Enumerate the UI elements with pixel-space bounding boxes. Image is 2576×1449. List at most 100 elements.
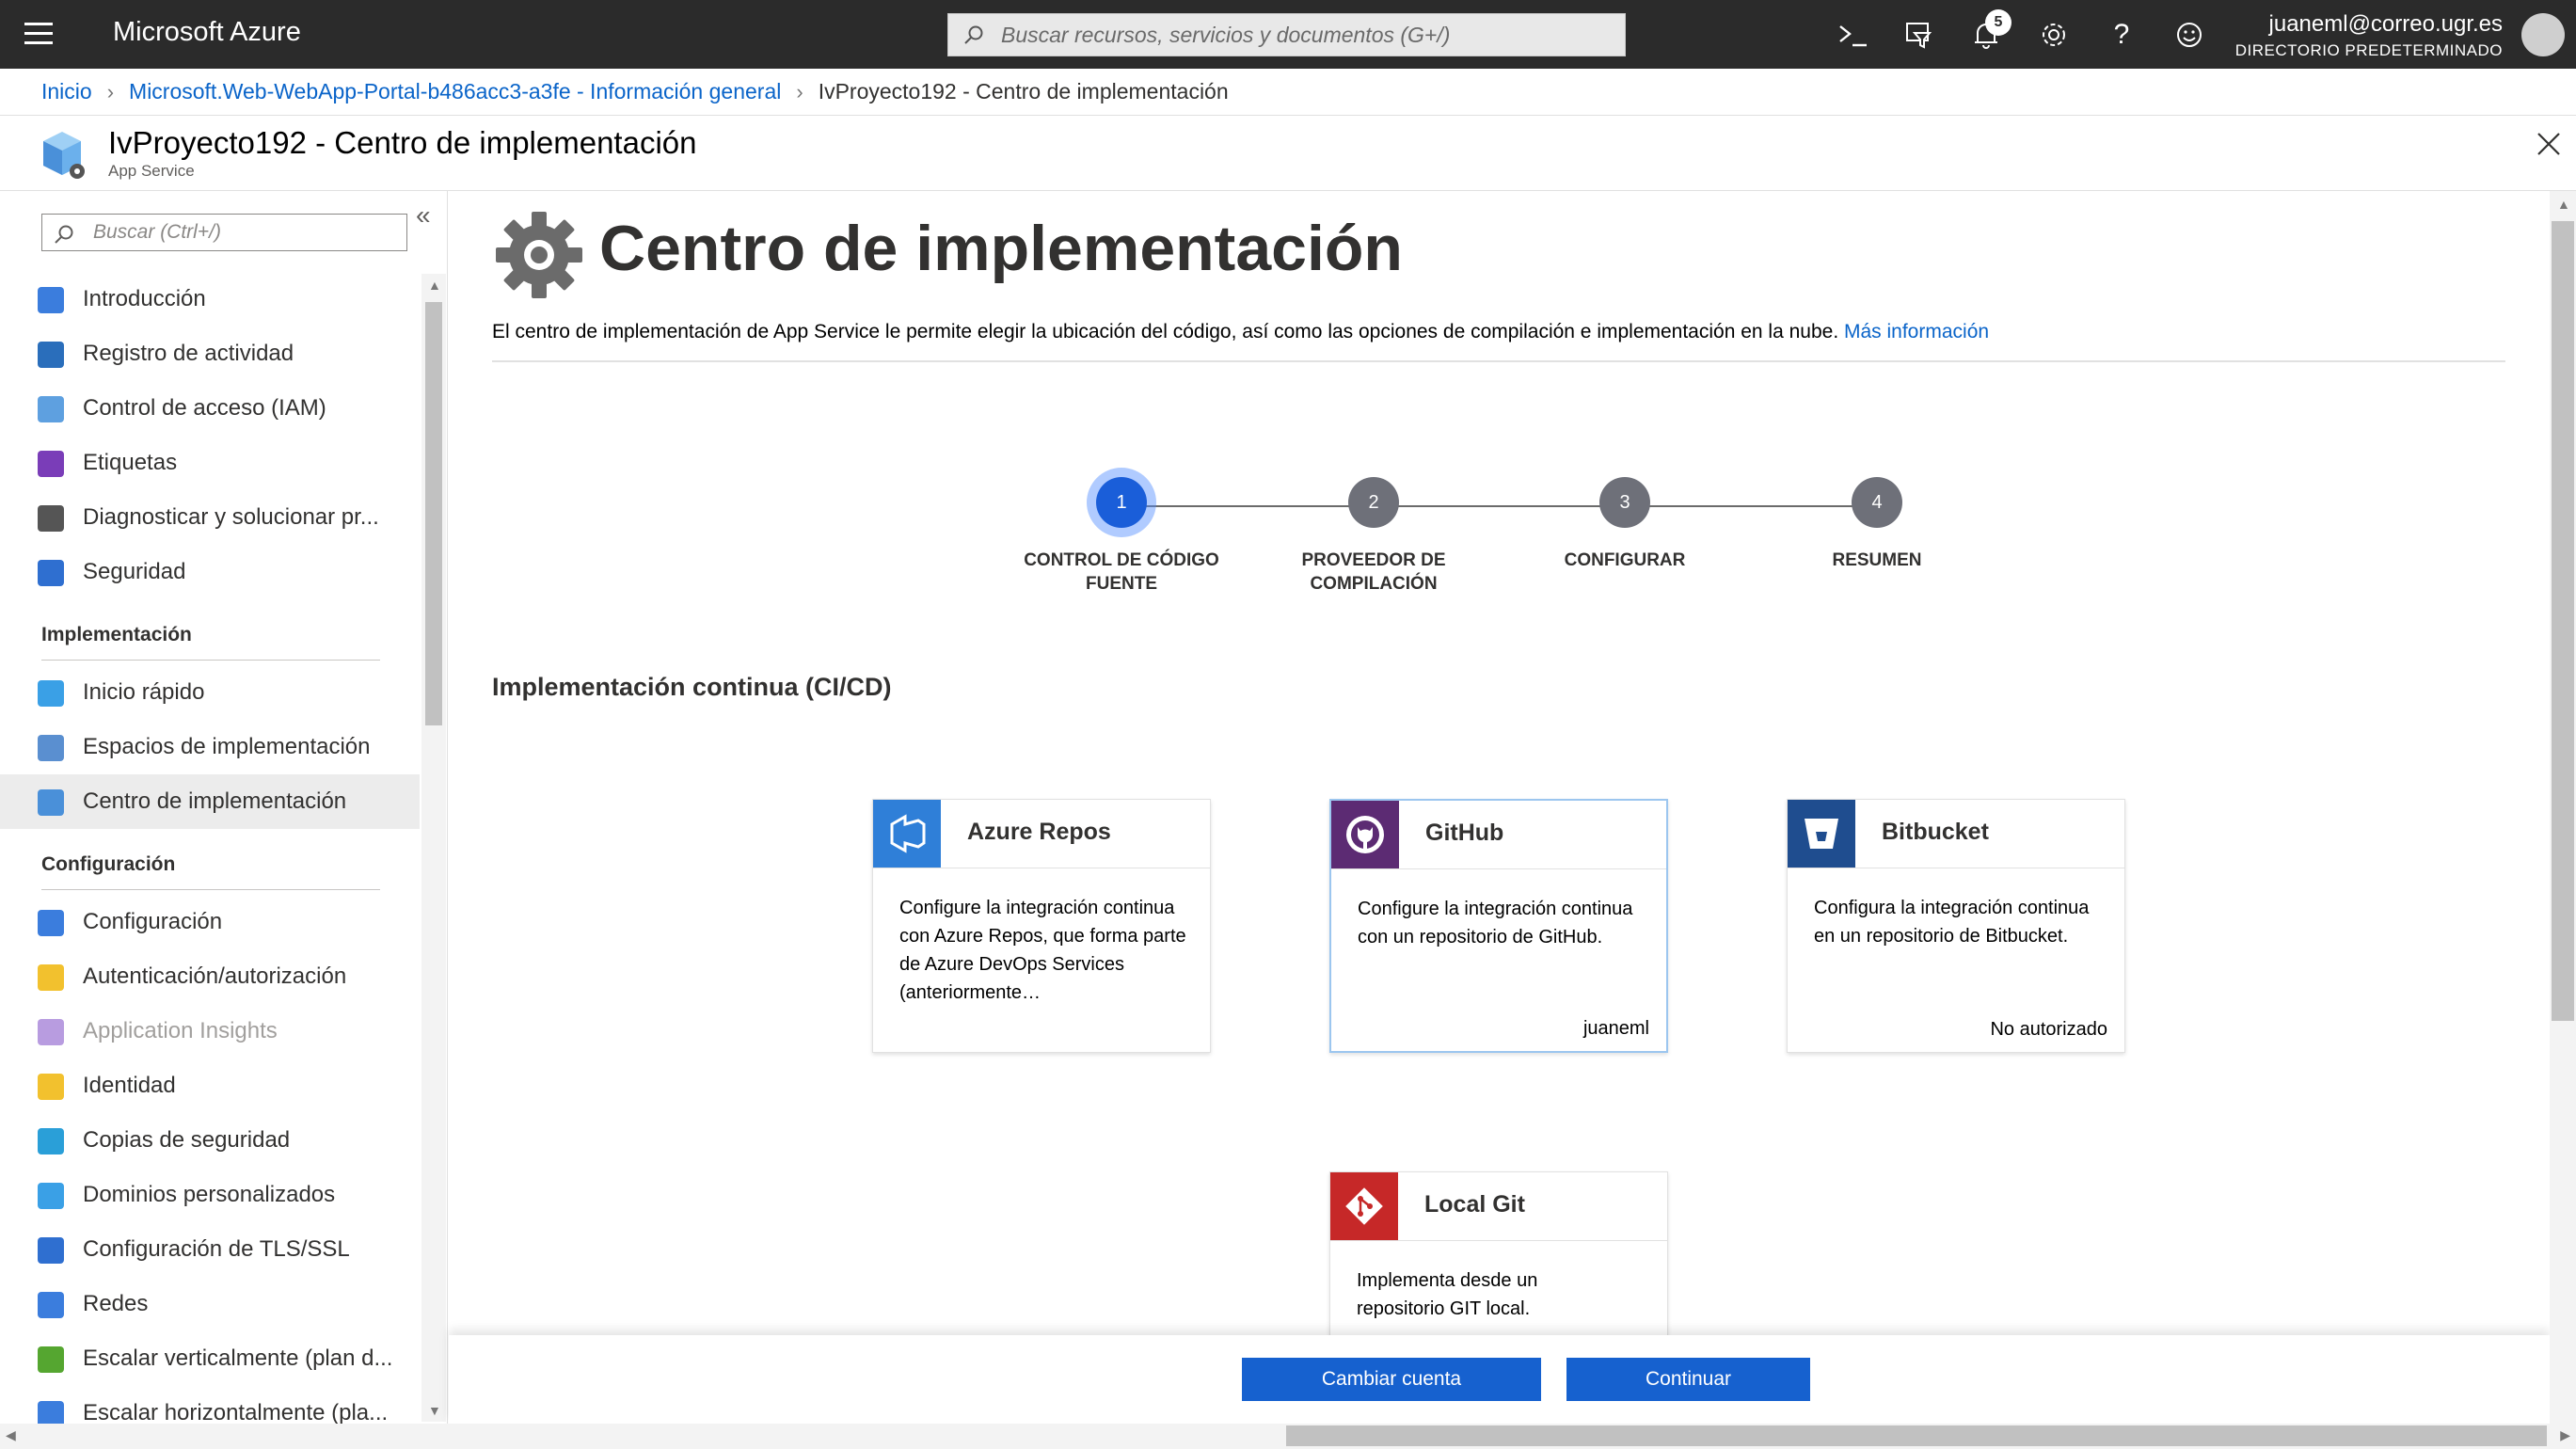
sidebar-item[interactable]: Escalar horizontalmente (pla... [0, 1386, 420, 1424]
menu-scroll-thumb[interactable] [425, 302, 442, 725]
sidebar-item[interactable]: Inicio rápido [0, 665, 420, 720]
collapse-menu-icon[interactable]: « [416, 200, 431, 231]
sidebar-item-label: Etiquetas [83, 450, 178, 475]
divider [1330, 1240, 1667, 1241]
key-icon [38, 964, 64, 991]
sidebar-item[interactable]: Identidad [0, 1059, 420, 1113]
help-icon[interactable]: ? [2104, 17, 2139, 53]
sidebar-item[interactable]: Centro de implementación [0, 774, 420, 829]
global-search-placeholder: Buscar recursos, servicios y documentos … [1001, 23, 1451, 47]
sidebar-item[interactable]: Copias de seguridad [0, 1113, 420, 1168]
continue-button[interactable]: Continuar [1566, 1358, 1810, 1401]
gear-icon[interactable] [2036, 17, 2072, 53]
tls-shield-icon [38, 1237, 64, 1264]
section-title: Implementación continua (CI/CD) [492, 673, 892, 701]
sidebar-item[interactable]: Dominios personalizados [0, 1168, 420, 1222]
stepper-line [1121, 505, 1874, 507]
sidebar-item[interactable]: Escalar verticalmente (plan d... [0, 1331, 420, 1386]
breadcrumb: Inicio › Microsoft.Web-WebApp-Portal-b48… [41, 79, 1229, 104]
sidebar-item[interactable]: Etiquetas [0, 436, 420, 490]
card-title: Bitbucket [1882, 819, 1989, 845]
sidebar-item[interactable]: Autenticación/autorización [0, 949, 420, 1004]
bitbucket-card[interactable]: Bitbucket Configura la integración conti… [1787, 799, 2125, 1053]
activity-log-icon [38, 342, 64, 368]
step-source-control[interactable]: 1 CONTROL DE CÓDIGO FUENTE [1009, 477, 1234, 596]
menu-list: Introducción Registro de actividad Control… [0, 272, 420, 1424]
feedback-smiley-icon[interactable] [2171, 17, 2207, 53]
sidebar-item[interactable]: Seguridad [0, 545, 420, 599]
card-title: Local Git [1424, 1191, 1525, 1218]
main-heading: Centro de implementación [599, 213, 1403, 284]
sidebar-item[interactable]: Diagnosticar y solucionar pr... [0, 490, 420, 545]
breadcrumb-home-link[interactable]: Inicio [41, 79, 92, 104]
menu-group-heading: Configuración [0, 829, 420, 895]
page-title: IvProyecto192 - Centro de implementación [108, 125, 697, 160]
chevron-right-icon: › [796, 79, 803, 104]
sidebar-item[interactable]: Espacios de implementación [0, 720, 420, 774]
main-scrollbar[interactable]: ▲ [2550, 191, 2576, 1424]
sidebar-item[interactable]: Redes [0, 1277, 420, 1331]
identity-icon [38, 1074, 64, 1100]
menu-group-label: Implementación [41, 624, 192, 645]
divider [492, 360, 2505, 362]
brand-title[interactable]: Microsoft Azure [113, 17, 301, 48]
horizontal-scroll-thumb[interactable] [1286, 1425, 2547, 1446]
sidebar-item-label: Application Insights [83, 1018, 278, 1043]
step-build-provider[interactable]: 2 PROVEEDOR DE COMPILACIÓN [1261, 477, 1487, 596]
insights-bulb-icon [38, 1019, 64, 1045]
step-label: CONFIGURAR [1564, 550, 1686, 570]
step-configure[interactable]: 3 CONFIGURAR [1512, 477, 1738, 572]
card-title: GitHub [1425, 820, 1504, 846]
deployment-center-resource-icon [40, 130, 87, 181]
breadcrumb-parent-link[interactable]: Microsoft.Web-WebApp-Portal-b486acc3-a3f… [129, 79, 781, 104]
network-icon [38, 1292, 64, 1318]
overview-icon [38, 287, 64, 313]
scroll-down-icon[interactable]: ▼ [428, 1403, 441, 1418]
card-description: Implementa desde un repositorio GIT loca… [1357, 1270, 1538, 1319]
cloud-shell-icon[interactable] [1835, 17, 1870, 53]
menu-scrollbar[interactable]: ▲ ▼ [421, 274, 446, 1422]
avatar[interactable] [2521, 13, 2565, 56]
step-summary[interactable]: 4 RESUMEN [1764, 477, 1990, 572]
scroll-right-icon[interactable]: ▶ [2560, 1427, 2570, 1443]
scroll-up-icon[interactable]: ▲ [2557, 197, 2570, 212]
azure-repos-card[interactable]: Azure Repos Configure la integración con… [872, 799, 1211, 1053]
github-icon [1331, 801, 1399, 868]
step-label: CONTROL DE CÓDIGO FUENTE [1024, 550, 1219, 594]
sidebar-item-label: Configuración [83, 909, 223, 934]
global-search-input[interactable]: Buscar recursos, servicios y documentos … [947, 13, 1626, 56]
menu-search-input[interactable]: Buscar (Ctrl+/) [41, 214, 407, 251]
change-account-button[interactable]: Cambiar cuenta [1242, 1358, 1541, 1401]
main-scroll-thumb[interactable] [2552, 221, 2574, 1021]
sidebar-item[interactable]: Configuración [0, 895, 420, 949]
hamburger-menu-icon[interactable] [24, 23, 53, 45]
account-menu[interactable]: juaneml@correo.ugr.es DIRECTORIO PREDETE… [2235, 11, 2503, 60]
config-sliders-icon [38, 910, 64, 936]
top-bar: Microsoft Azure Buscar recursos, servici… [0, 0, 2576, 69]
main-content: Centro de implementación El centro de im… [449, 191, 2550, 1424]
shield-icon [38, 560, 64, 586]
menu-group-label: Configuración [41, 853, 176, 875]
learn-more-link[interactable]: Más información [1844, 321, 1989, 342]
horizontal-scrollbar[interactable]: ◀ ▶ [0, 1424, 2576, 1449]
sidebar-item[interactable]: Application Insights [0, 1004, 420, 1059]
close-icon[interactable] [2535, 130, 2563, 158]
sidebar-item[interactable]: Introducción [0, 272, 420, 326]
deployment-center-icon [38, 789, 64, 816]
sidebar-item[interactable]: Configuración de TLS/SSL [0, 1222, 420, 1277]
scale-out-icon [38, 1401, 64, 1424]
sidebar-item-label: Copias de seguridad [83, 1127, 291, 1153]
scroll-up-icon[interactable]: ▲ [428, 278, 441, 293]
sidebar-item[interactable]: Control de acceso (IAM) [0, 381, 420, 436]
search-icon [964, 25, 983, 44]
divider [1331, 868, 1666, 869]
search-icon [55, 225, 73, 244]
card-description: Configura la integración continua en un … [1814, 898, 2090, 947]
github-card[interactable]: GitHub Configure la integración continua… [1329, 799, 1668, 1053]
bitbucket-icon [1788, 800, 1855, 868]
sidebar-item-label: Dominios personalizados [83, 1182, 336, 1207]
sidebar-item-label: Redes [83, 1291, 149, 1316]
directory-filter-icon[interactable] [1900, 17, 1936, 53]
scroll-left-icon[interactable]: ◀ [6, 1427, 16, 1443]
sidebar-item[interactable]: Registro de actividad [0, 326, 420, 381]
